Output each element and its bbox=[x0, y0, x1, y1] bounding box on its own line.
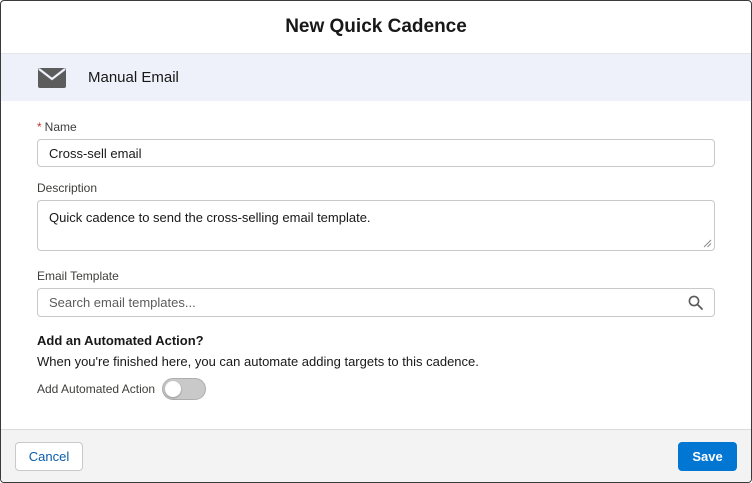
automated-action-toggle-label: Add Automated Action bbox=[37, 382, 156, 396]
cadence-form: * Name Cross-sell email Description Quic… bbox=[1, 101, 751, 400]
search-icon bbox=[688, 295, 703, 310]
name-input[interactable]: Cross-sell email bbox=[37, 139, 715, 167]
description-label: Description bbox=[37, 181, 98, 195]
email-icon bbox=[38, 67, 66, 88]
cancel-button[interactable]: Cancel bbox=[15, 441, 83, 471]
required-marker: * bbox=[37, 120, 42, 134]
save-button[interactable]: Save bbox=[678, 441, 737, 471]
email-template-search-input[interactable]: Search email templates... bbox=[37, 288, 715, 317]
dialog-header: New Quick Cadence bbox=[1, 1, 751, 54]
description-textarea[interactable]: Quick cadence to send the cross-selling … bbox=[37, 200, 715, 251]
dialog-footer: Cancel Save bbox=[1, 429, 751, 482]
resize-handle-icon[interactable] bbox=[703, 239, 712, 248]
new-quick-cadence-dialog: New Quick Cadence Manual Email * Name Cr… bbox=[0, 0, 752, 483]
email-template-placeholder: Search email templates... bbox=[49, 295, 196, 310]
name-label: * Name bbox=[37, 120, 715, 134]
email-template-label: Email Template bbox=[37, 269, 119, 283]
dialog-title: New Quick Cadence bbox=[285, 16, 467, 37]
name-input-value: Cross-sell email bbox=[49, 145, 142, 161]
description-value: Quick cadence to send the cross-selling … bbox=[49, 210, 371, 225]
step-type-banner: Manual Email bbox=[1, 54, 751, 101]
automated-action-row: Add Automated Action bbox=[37, 378, 715, 400]
automated-action-description: When you're finished here, you can autom… bbox=[37, 354, 479, 369]
name-label-text: Name bbox=[44, 120, 77, 134]
automated-action-toggle[interactable] bbox=[162, 378, 207, 400]
automated-action-heading: Add an Automated Action? bbox=[37, 333, 204, 348]
toggle-knob bbox=[165, 381, 182, 397]
step-type-label: Manual Email bbox=[88, 69, 179, 86]
